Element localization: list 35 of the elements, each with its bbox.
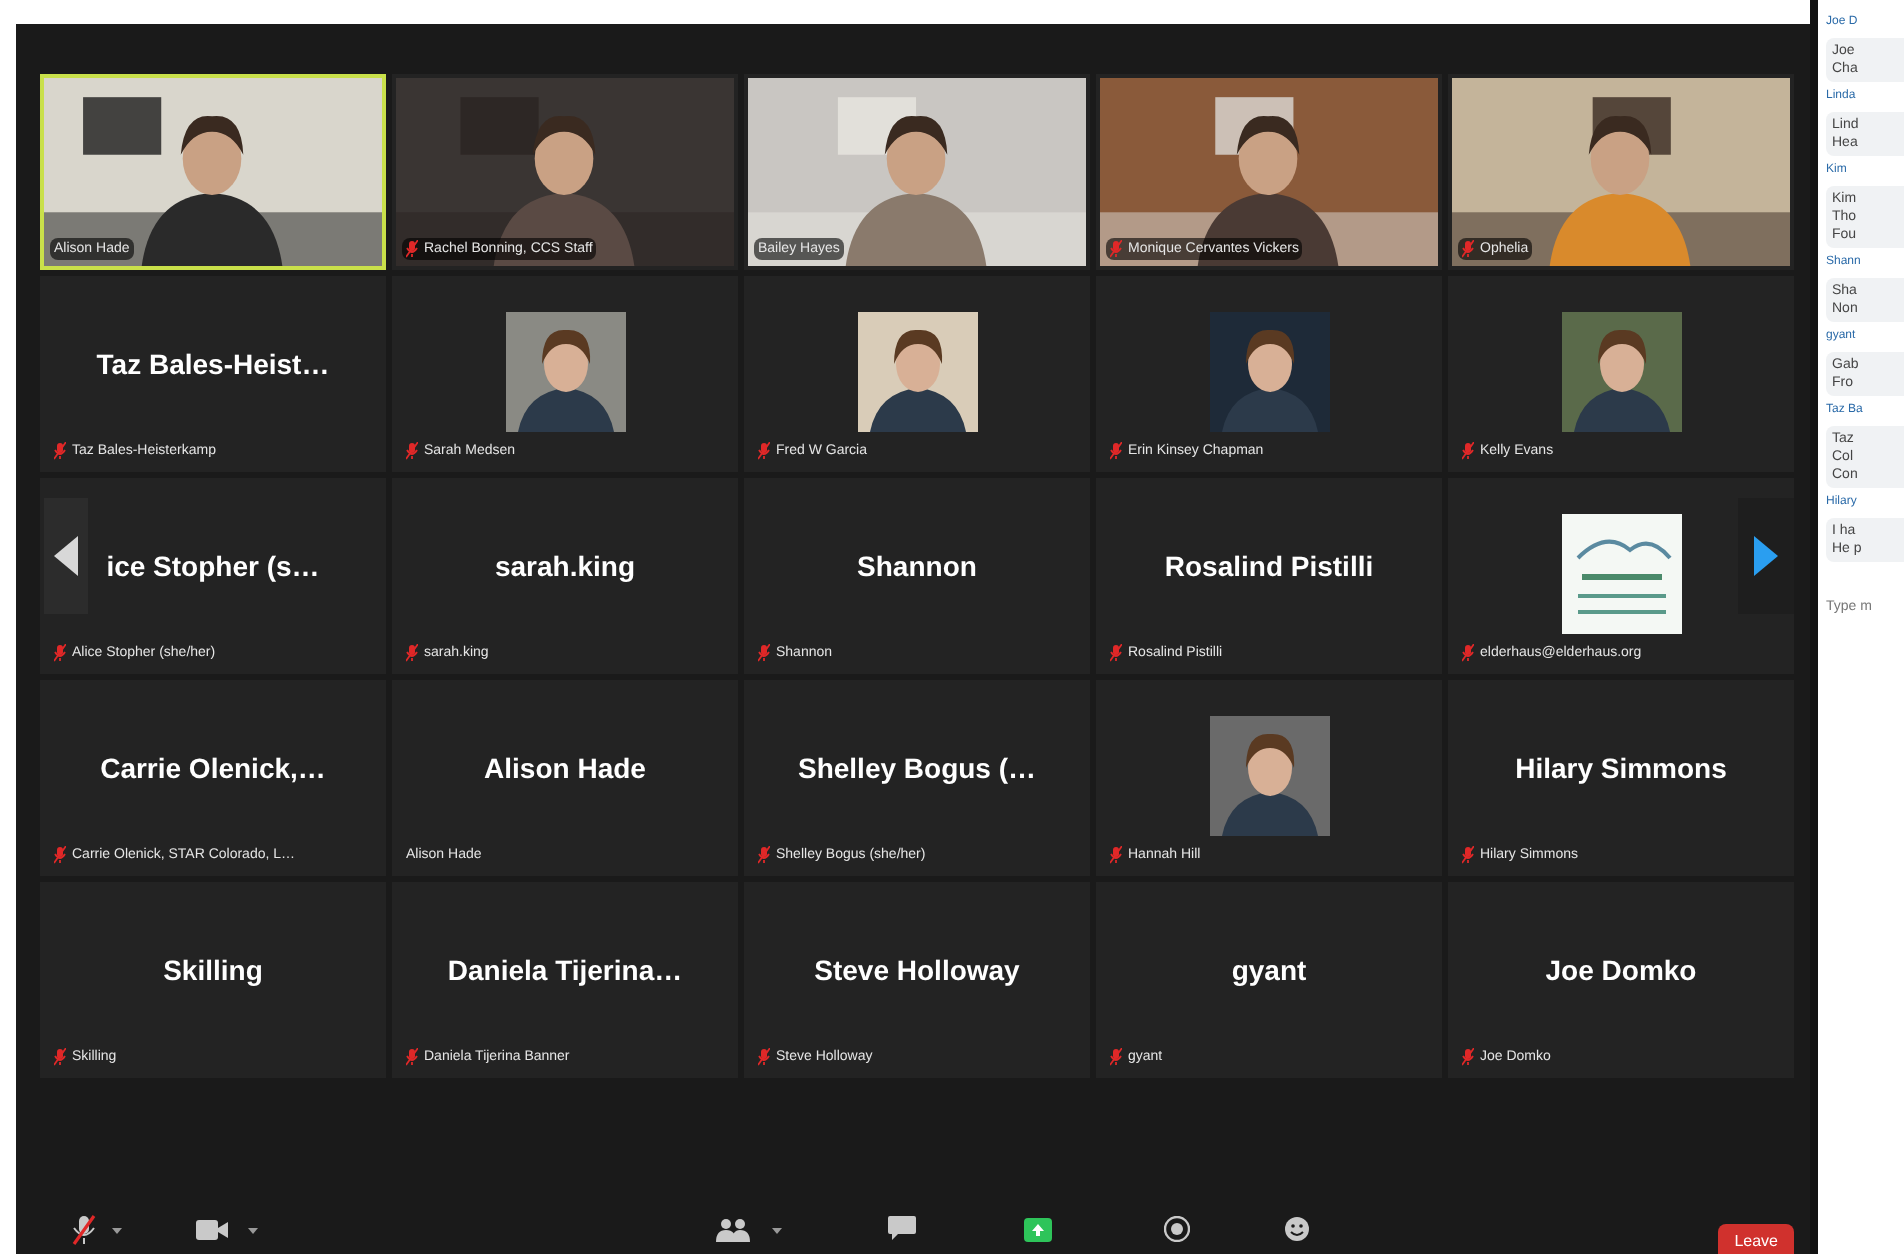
participant-name: Shelley Bogus (… <box>797 752 1037 786</box>
reactions-button[interactable] <box>1284 1216 1312 1242</box>
participant-name: Joe Domko <box>1545 954 1697 988</box>
camera-icon <box>196 1220 228 1240</box>
participant-name: Rosalind Pistilli <box>1164 550 1374 584</box>
record-button[interactable] <box>1164 1216 1190 1242</box>
chat-button[interactable] <box>888 1216 916 1240</box>
next-page-button[interactable] <box>1738 498 1794 614</box>
share-screen-button[interactable] <box>1024 1218 1052 1242</box>
smiley-icon <box>1284 1216 1312 1242</box>
participant-name: Hilary Simmons <box>1515 752 1727 786</box>
participant-name: Skilling <box>163 954 263 988</box>
leave-button[interactable]: Leave <box>1718 1224 1794 1254</box>
participant-name: Taz Bales-Heist… <box>96 348 330 382</box>
caret-icon[interactable] <box>112 1227 122 1233</box>
participant-name: Steve Holloway <box>814 954 1020 988</box>
participant-name: gyant <box>1231 954 1307 988</box>
video-button[interactable] <box>196 1220 258 1240</box>
mute-button[interactable] <box>72 1214 122 1246</box>
caret-icon[interactable] <box>248 1227 258 1233</box>
people-icon <box>716 1218 752 1242</box>
record-icon <box>1164 1216 1190 1242</box>
right-arrow-icon <box>1754 536 1778 576</box>
participant-name: sarah.king <box>494 550 636 584</box>
participant-name: Daniela Tijerina… <box>447 954 683 988</box>
participant-name: ice Stopher (s… <box>106 550 320 584</box>
left-arrow-icon <box>54 536 78 576</box>
participant-name: Alison Hade <box>484 752 646 786</box>
participants-button[interactable] <box>716 1218 782 1242</box>
previous-page-button[interactable] <box>44 498 88 614</box>
participant-name: Shannon <box>857 550 977 584</box>
participant-name: Carrie Olenick,… <box>100 752 326 786</box>
chat-icon <box>888 1216 916 1240</box>
share-screen-icon <box>1024 1218 1052 1242</box>
caret-icon[interactable] <box>772 1227 782 1233</box>
